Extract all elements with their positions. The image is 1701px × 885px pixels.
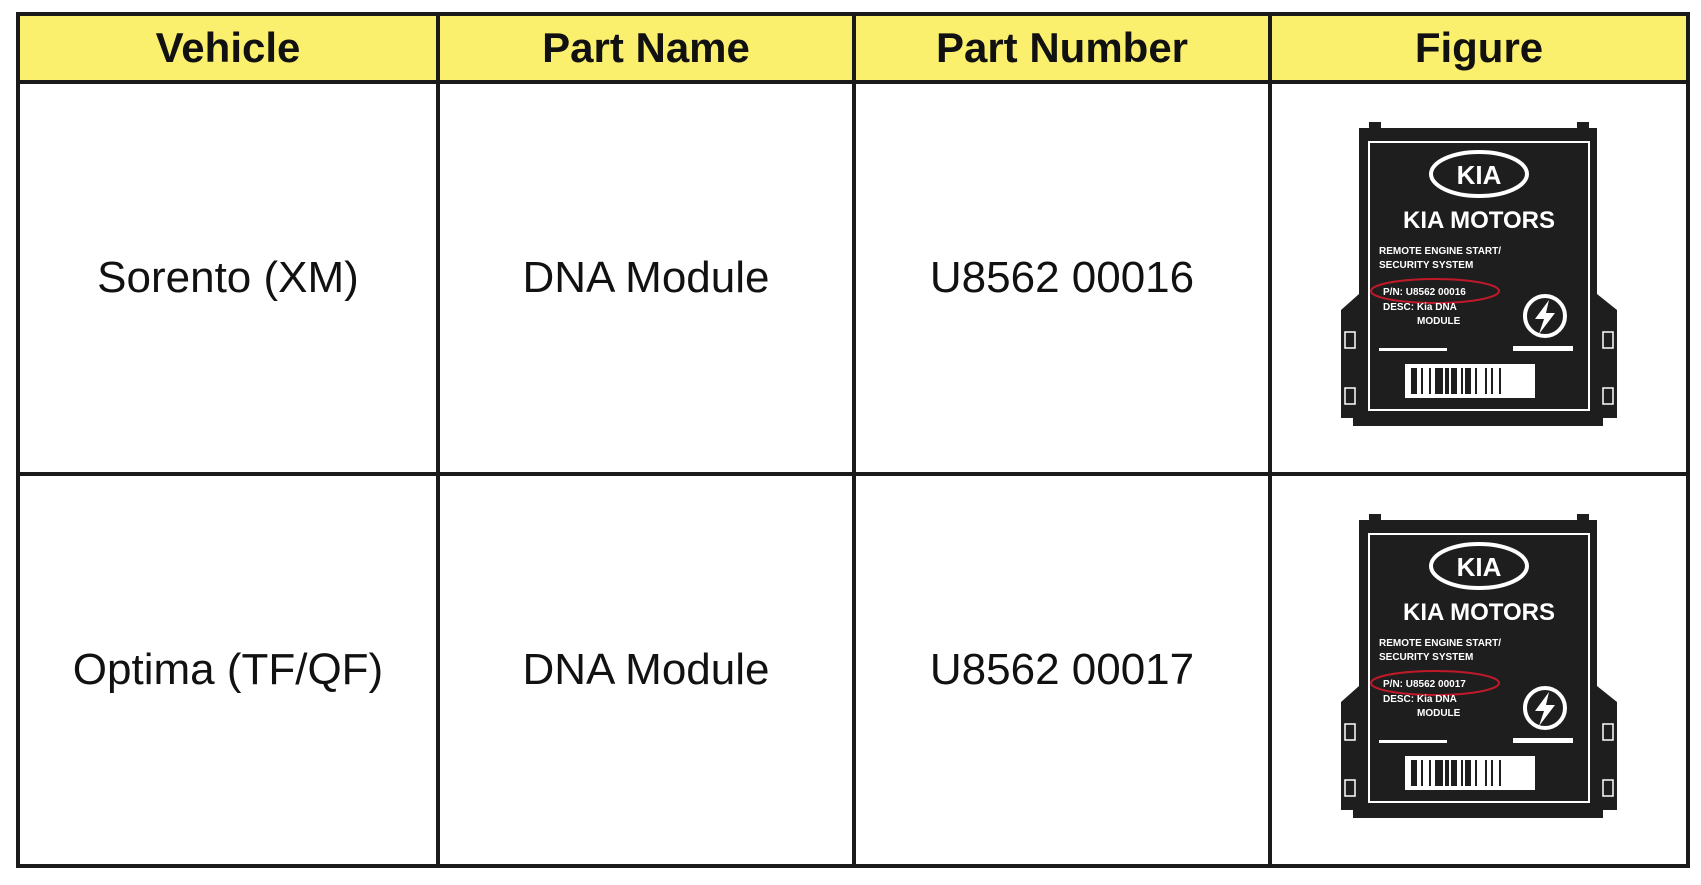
- module-desc-line1: DESC: Kia DNA: [1383, 302, 1457, 313]
- barcode-bar: [1475, 760, 1477, 786]
- figure-cell: KIA KIA MOTORS REMOTE ENGINE START/ SECU…: [1268, 472, 1690, 868]
- vehicle-cell: Sorento (XM): [16, 80, 440, 476]
- header-row: Vehicle Part Name Part Number Figure: [16, 12, 1690, 84]
- module-text-line2: SECURITY SYSTEM: [1379, 260, 1473, 271]
- barcode-bar: [1421, 368, 1423, 394]
- header-part-name: Part Name: [436, 12, 856, 84]
- barcode-bar: [1499, 368, 1501, 394]
- figure-cell: KIA KIA MOTORS REMOTE ENGINE START/ SECU…: [1268, 80, 1690, 476]
- module-logo-text: KIA: [1457, 552, 1502, 582]
- module-desc-line2: MODULE: [1417, 708, 1461, 719]
- table-row: Sorento (XM) DNA Module U8562 00016 KIA …: [16, 80, 1690, 476]
- barcode-bar: [1485, 368, 1487, 394]
- module-desc-line1: DESC: Kia DNA: [1383, 694, 1457, 705]
- module-part-number-text: P/N: U8562 00016: [1383, 287, 1466, 298]
- module-logo-text: KIA: [1457, 160, 1502, 190]
- kia-dna-module-image: KIA KIA MOTORS REMOTE ENGINE START/ SECU…: [1341, 514, 1617, 818]
- table-row: Optima (TF/QF) DNA Module U8562 00017 KI…: [16, 472, 1690, 868]
- header-figure: Figure: [1268, 12, 1690, 84]
- barcode-bar: [1421, 760, 1423, 786]
- module-text-line2: SECURITY SYSTEM: [1379, 652, 1473, 663]
- module-text-line1: REMOTE ENGINE START/: [1379, 638, 1501, 649]
- barcode-bar: [1445, 368, 1449, 394]
- barcode-bar: [1491, 760, 1493, 786]
- part-name-cell: DNA Module: [436, 472, 856, 868]
- module-text-line1: REMOTE ENGINE START/: [1379, 246, 1501, 257]
- barcode-bar: [1429, 760, 1431, 786]
- header-part-number: Part Number: [852, 12, 1272, 84]
- parts-table: Vehicle Part Name Part Number Figure Sor…: [16, 12, 1690, 868]
- barcode-bar: [1451, 368, 1457, 394]
- barcode-bar: [1411, 760, 1417, 786]
- module-desc-line2: MODULE: [1417, 316, 1461, 327]
- module-brand-text: KIA MOTORS: [1403, 599, 1555, 626]
- barcode-bar: [1491, 368, 1493, 394]
- barcode-bar: [1411, 368, 1417, 394]
- vehicle-cell: Optima (TF/QF): [16, 472, 440, 868]
- barcode-bar: [1435, 760, 1443, 786]
- barcode-bar: [1429, 368, 1431, 394]
- barcode-bar: [1451, 760, 1457, 786]
- barcode-bar: [1475, 368, 1477, 394]
- barcode-bar: [1435, 368, 1443, 394]
- barcode-bar: [1499, 760, 1501, 786]
- kia-dna-module-image: KIA KIA MOTORS REMOTE ENGINE START/ SECU…: [1341, 122, 1617, 426]
- barcode-bar: [1465, 760, 1471, 786]
- module-brand-text: KIA MOTORS: [1403, 207, 1555, 234]
- header-vehicle: Vehicle: [16, 12, 440, 84]
- part-number-cell: U8562 00017: [852, 472, 1272, 868]
- module-part-number-text: P/N: U8562 00017: [1383, 679, 1466, 690]
- barcode-bar: [1485, 760, 1487, 786]
- part-name-cell: DNA Module: [436, 80, 856, 476]
- barcode-bar: [1465, 368, 1471, 394]
- barcode-bar: [1445, 760, 1449, 786]
- part-number-cell: U8562 00016: [852, 80, 1272, 476]
- barcode-bar: [1461, 368, 1463, 394]
- barcode-bar: [1461, 760, 1463, 786]
